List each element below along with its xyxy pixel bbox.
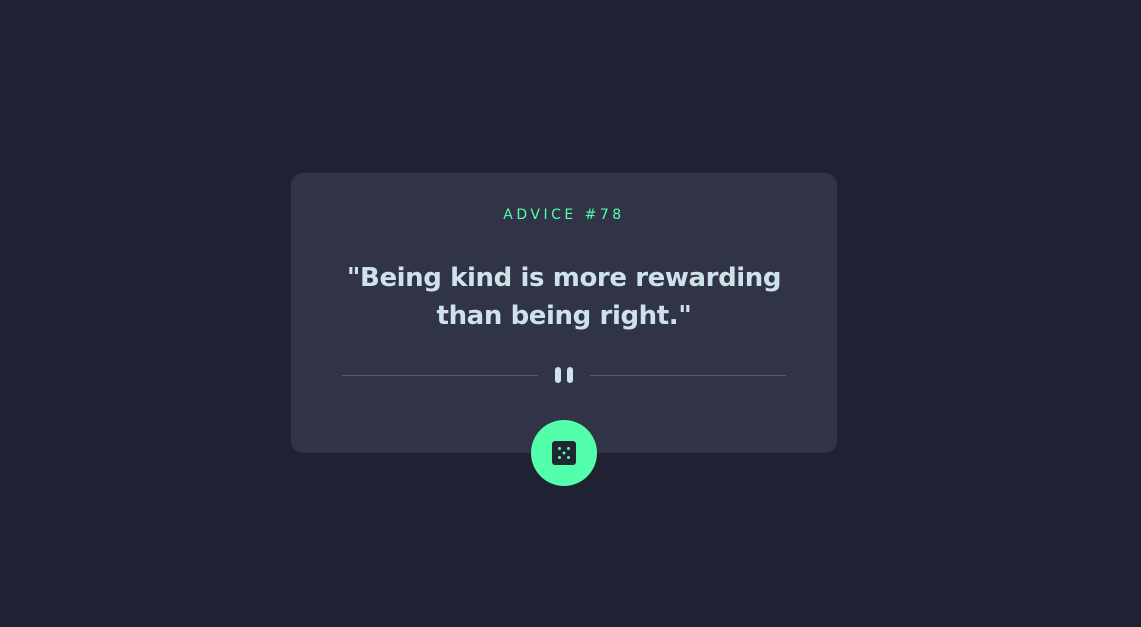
pause-bar-right xyxy=(567,367,573,383)
divider-line-right xyxy=(590,375,786,376)
advice-id: ADVICE #78 xyxy=(503,207,625,223)
pause-icon xyxy=(553,367,575,383)
pattern-divider xyxy=(342,365,786,385)
dice-icon xyxy=(552,441,576,465)
pause-bar-left xyxy=(555,367,561,383)
advice-quote: "Being kind is more rewarding than being… xyxy=(346,263,782,331)
advice-card: ADVICE #78 "Being kind is more rewarding… xyxy=(291,173,837,453)
new-advice-button[interactable] xyxy=(531,420,597,486)
divider-line-left xyxy=(342,375,538,376)
